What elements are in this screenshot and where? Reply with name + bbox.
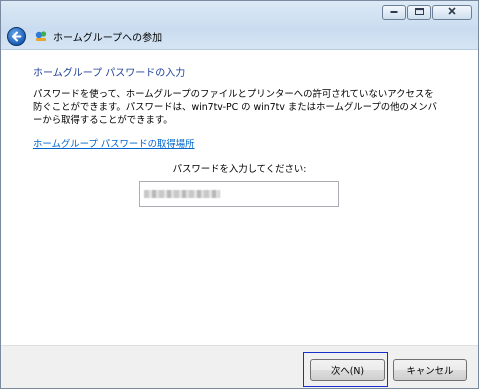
minimize-button[interactable] <box>382 5 406 20</box>
cancel-button[interactable]: キャンセル <box>393 359 467 381</box>
password-help-link[interactable]: ホームグループ パスワードの取得場所 <box>33 136 195 150</box>
password-prompt: パスワードを入力してください: <box>172 164 307 175</box>
caption-buttons <box>382 5 472 20</box>
page-heading: ホームグループ パスワードの入力 <box>33 68 186 79</box>
back-button[interactable] <box>7 26 26 46</box>
homegroup-icon <box>35 31 47 41</box>
close-button[interactable] <box>432 5 472 20</box>
close-icon <box>448 7 456 18</box>
window-title: ホームグループへの参加 <box>53 32 163 44</box>
maximize-icon <box>414 7 424 18</box>
password-input[interactable] <box>139 181 339 207</box>
description-text: パスワードを使って、ホームグループのファイルとプリンターへの許可されていないアク… <box>33 88 453 127</box>
maximize-button[interactable] <box>407 5 431 20</box>
minimize-icon <box>390 8 398 17</box>
button-bar: 次へ(N) キャンセル <box>1 345 478 388</box>
next-button[interactable]: 次へ(N) <box>310 359 385 381</box>
password-masked-value <box>144 190 220 198</box>
back-arrow-icon <box>12 31 22 41</box>
description-line: 防ぐことができます。パスワードは、win7tv-PC の win7tv またはホ… <box>33 102 438 113</box>
content-area: ホームグループ パスワードの入力 パスワードを使って、ホームグループのファイルと… <box>1 49 478 345</box>
dialog-window: ホームグループへの参加 ホームグループ パスワードの入力 パスワードを使って、ホ… <box>0 0 479 389</box>
title-bar: ホームグループへの参加 <box>1 1 478 49</box>
description-line: パスワードを使って、ホームグループのファイルとプリンターへの許可されていないアク… <box>33 89 434 100</box>
navigation-row: ホームグループへの参加 <box>7 26 162 46</box>
description-line: ーから取得することができます。 <box>33 115 173 126</box>
